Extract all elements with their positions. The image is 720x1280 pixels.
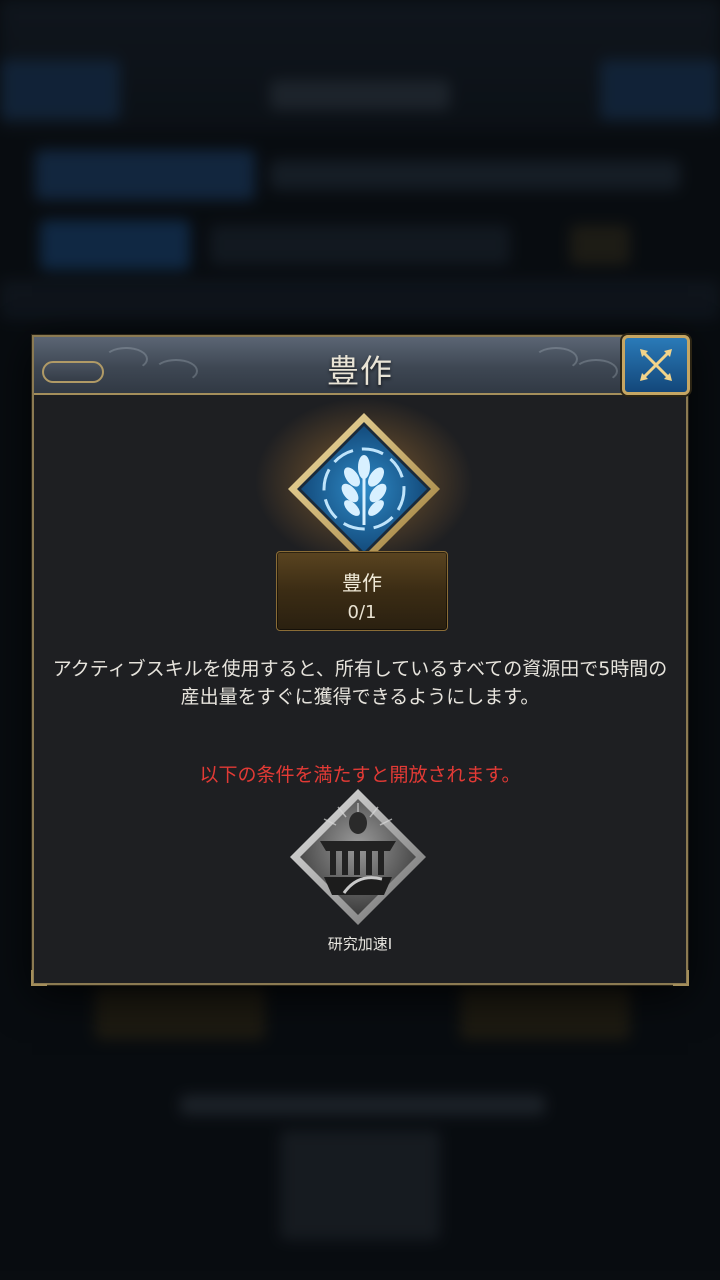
skill-name-plate: 豊作 0/1 [276,551,448,631]
skill-dialog: 豊作 豊作 0/1 アクティブスキルを使用すると、所有しているすべての資源田で5… [31,335,690,986]
close-button[interactable] [622,335,690,395]
unlock-condition-text: 以下の条件を満たすと開放されます。 [199,764,521,786]
wheat-emblem-icon[interactable] [284,409,444,569]
corner-ornament [31,970,47,986]
skill-name: 豊作 [342,571,382,595]
corner-ornament [673,970,689,986]
dialog-title: 豊作 [326,352,393,390]
skill-level: 0/1 [347,602,377,623]
skill-description: アクティブスキルを使用すると、所有しているすべての資源田で5時間の産出量をすぐに… [52,658,668,708]
research-speedup-icon[interactable] [286,785,430,929]
dialog-header: 豊作 [34,337,686,395]
close-x-icon [640,349,672,381]
requirement-name: 研究加速I [327,935,393,953]
